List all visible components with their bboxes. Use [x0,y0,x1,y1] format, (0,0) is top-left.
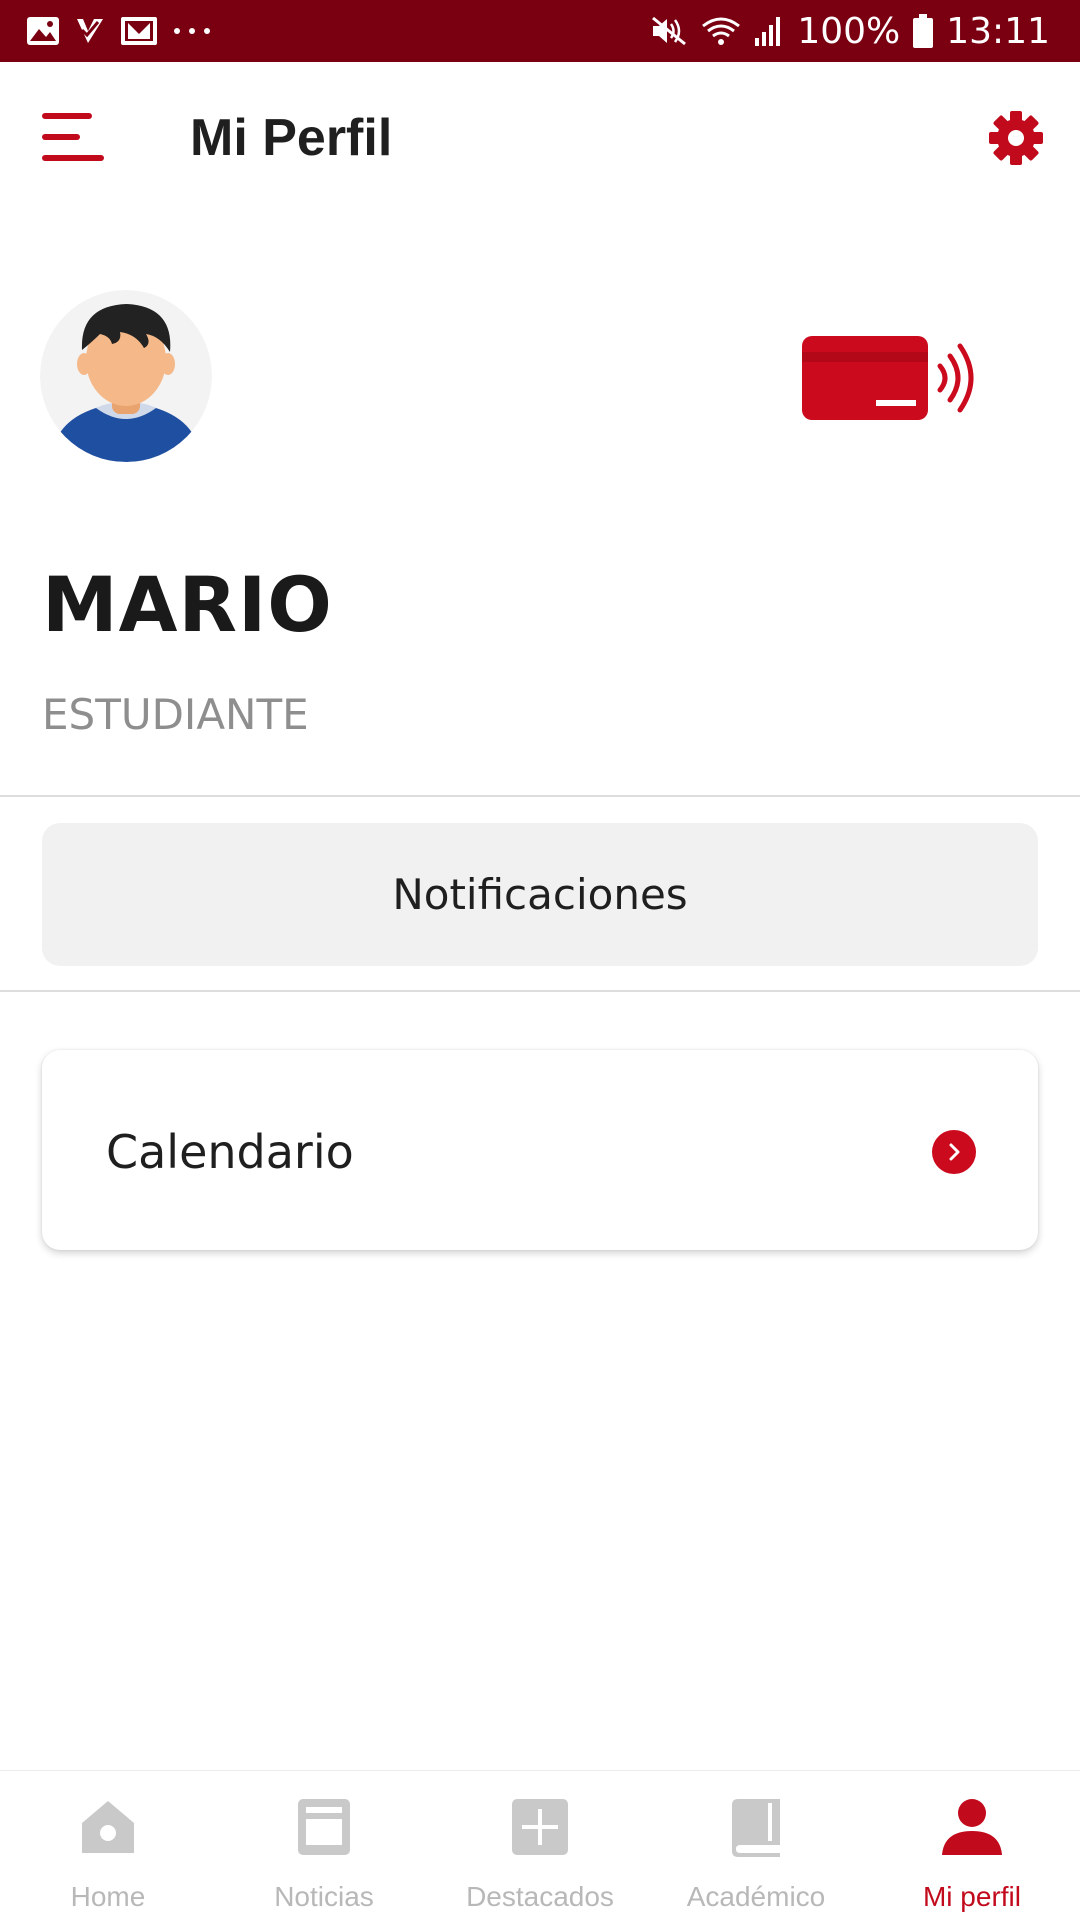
app-header: Mi Perfil [0,62,1080,212]
chevron-right-icon [932,1130,976,1174]
gear-icon [989,111,1043,165]
profile-role: ESTUDIANTE [42,690,309,739]
divider [0,990,1080,992]
task-check-icon [74,16,106,46]
status-bar: 100% 13:11 [0,0,1080,62]
battery-icon [912,13,934,49]
status-bar-system: 100% 13:11 [649,6,1050,56]
news-icon [298,1799,350,1855]
nav-label: Académico [686,1881,826,1912]
menu-icon [42,113,104,161]
profile-name: MARIO [42,560,333,649]
home-icon [82,1801,134,1853]
nav-label: Mi perfil [922,1881,1021,1912]
mute-icon [649,14,689,48]
status-time: 13:11 [946,10,1050,52]
nav-mi-perfil[interactable]: Mi perfil [864,1771,1080,1920]
digital-card-button[interactable] [800,330,990,430]
calendar-label: Calendario [106,1125,354,1179]
status-bar-notifications [26,10,212,52]
nav-label: Home [70,1881,146,1912]
nav-label: Noticias [274,1881,374,1912]
menu-button[interactable] [40,110,106,166]
mail-icon [120,16,158,46]
nav-noticias[interactable]: Noticias [216,1771,432,1920]
nav-academico[interactable]: Académico [648,1771,864,1920]
divider [0,795,1080,797]
plus-box-icon [512,1799,568,1855]
avatar [40,290,212,462]
contactless-card-icon [802,336,974,420]
more-dots-icon [172,26,212,36]
settings-button[interactable] [986,108,1046,168]
calendar-item[interactable]: Calendario [42,1050,1038,1250]
nav-destacados[interactable]: Destacados [432,1771,648,1920]
signal-icon [753,14,785,48]
person-icon [942,1799,1002,1855]
notifications-label: Notificaciones [392,870,688,919]
notifications-button[interactable]: Notificaciones [42,823,1038,966]
battery-percentage: 100% [797,10,901,52]
wifi-icon [701,14,741,48]
nav-label: Destacados [466,1881,614,1912]
bottom-nav: Home Noticias Destacados Académico Mi pe… [0,1770,1080,1920]
nav-home[interactable]: Home [0,1771,216,1920]
book-icon [732,1799,780,1857]
gallery-icon [26,16,60,46]
page-title: Mi Perfil [190,109,393,167]
